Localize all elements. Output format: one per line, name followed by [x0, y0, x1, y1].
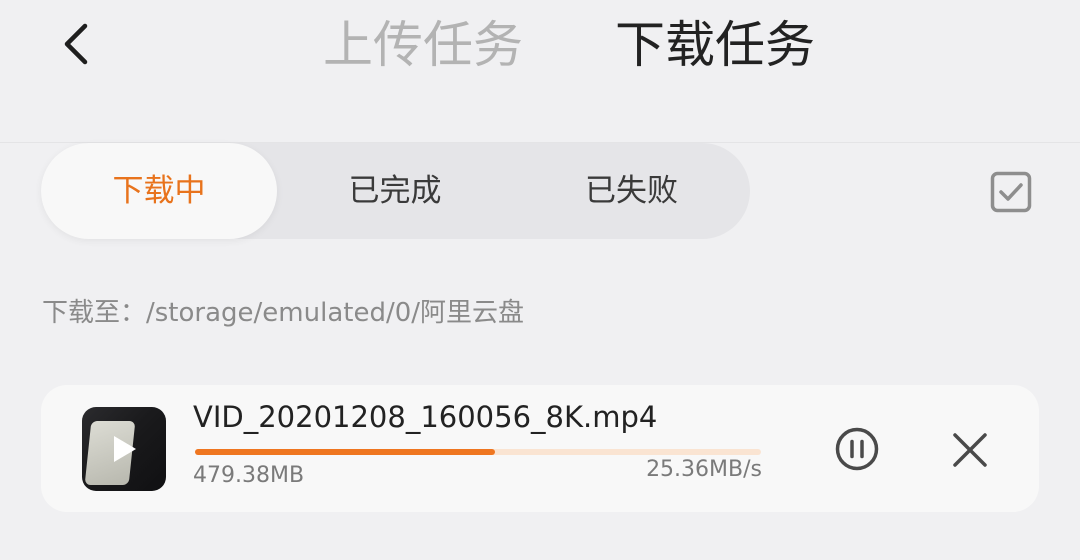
- back-button[interactable]: [50, 18, 102, 70]
- video-thumbnail: [82, 407, 166, 491]
- cancel-download-button[interactable]: [951, 431, 989, 469]
- file-size: 479.38MB: [193, 463, 305, 488]
- pause-circle-icon: [835, 427, 879, 471]
- checkbox-icon: [990, 171, 1032, 213]
- download-tasks-page: 上传任务 下载任务 下载中 已完成 已失败 下载至：/storage/emula…: [0, 0, 1080, 560]
- download-speed: 25.36MB/s: [646, 457, 762, 482]
- file-name: VID_20201208_160056_8K.mp4: [193, 400, 658, 434]
- header: 上传任务 下载任务: [0, 0, 1080, 142]
- video-play-icon: [114, 436, 136, 462]
- download-task-item[interactable]: VID_20201208_160056_8K.mp4 479.38MB 25.3…: [41, 385, 1039, 512]
- download-path: 下载至：/storage/emulated/0/阿里云盘: [42, 298, 525, 328]
- pause-button[interactable]: [835, 427, 879, 471]
- download-progress-fill: [195, 449, 495, 455]
- segment-downloading[interactable]: 下载中: [41, 143, 277, 239]
- tab-upload-tasks[interactable]: 上传任务: [323, 12, 523, 78]
- segment-failed[interactable]: 已失败: [513, 143, 750, 239]
- segment-completed[interactable]: 已完成: [277, 143, 513, 239]
- tab-download-tasks[interactable]: 下载任务: [615, 12, 815, 78]
- status-segmented-control: 下载中 已完成 已失败: [41, 143, 750, 239]
- close-icon: [953, 433, 987, 467]
- multi-select-button[interactable]: [990, 171, 1032, 213]
- chevron-left-icon: [64, 23, 88, 65]
